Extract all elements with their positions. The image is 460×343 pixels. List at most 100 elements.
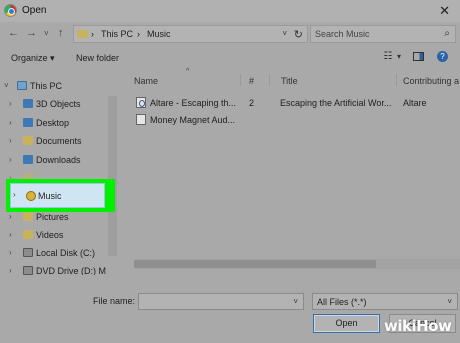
file-row[interactable]: Altare - Escaping th... 2 Escaping the A… [134,94,460,111]
expand-chevron-icon[interactable]: › [9,230,12,239]
scrollbar-thumb[interactable] [134,260,376,268]
new-folder-button[interactable]: New folder [76,53,119,63]
refresh-icon[interactable]: ↻ [294,28,303,41]
column-header-title[interactable]: Title [281,76,298,86]
forward-arrow-icon[interactable]: → [26,27,37,39]
nav-item-label: Documents [36,136,82,146]
file-list-pane: Name ^ # Title Contributing a Altare - E… [124,68,460,275]
chevron-down-icon[interactable]: ˅ [282,29,287,38]
wikihow-watermark: wikiHow [384,317,452,335]
nav-item-label: This PC [30,81,63,91]
back-arrow-icon[interactable]: ← [8,27,19,39]
nav-item-dvd-drive[interactable]: › DVD Drive (D:) M [0,263,110,275]
file-row[interactable]: Money Magnet Aud... [134,111,460,128]
nav-item-label: Desktop [36,118,70,128]
chevron-down-icon[interactable]: ˅ [447,297,452,306]
pictures-icon [23,212,33,221]
horizontal-scrollbar[interactable] [134,259,460,269]
music-highlight-box: › Music [6,179,115,212]
search-input[interactable]: Search Music ⌕ [310,25,456,43]
organize-button[interactable]: Organize ▾ [11,53,55,64]
desktop-icon [23,118,33,127]
view-controls: ☷ ▾ ? [373,51,448,62]
file-type-select[interactable]: All Files (*.*) ˅ [312,293,458,310]
address-row: ← → ˅ ↑ › This PC › Music ˅ ↻ Search Mus… [0,22,460,46]
file-title: Escaping the Artificial Wor... [280,98,392,108]
up-arrow-icon[interactable]: ↑ [58,27,64,39]
media-file-icon [136,97,146,108]
nav-item-local-disk[interactable]: › Local Disk (C:) [0,245,110,261]
file-name: Altare - Escaping th... [150,98,237,108]
videos-icon [23,230,33,239]
column-header-name[interactable]: Name [134,76,158,86]
nav-item-downloads[interactable]: › Downloads [0,152,110,168]
chevron-down-icon[interactable]: ˅ [293,297,298,306]
title-bar: Open ✕ [0,0,460,22]
open-file-dialog: Open ✕ ← → ˅ ↑ › This PC › Music ˅ ↻ Sea… [0,0,460,343]
expand-chevron-icon[interactable]: › [9,212,12,221]
expand-chevron-icon[interactable]: ˅ [4,81,9,90]
nav-item-desktop[interactable]: › Desktop [0,115,110,131]
close-icon[interactable]: ✕ [439,3,450,19]
search-placeholder: Search Music [315,29,370,39]
nav-item-label: Pictures [36,212,69,222]
watermark-wiki: wiki [384,317,417,335]
file-name-label: File name: [93,296,136,306]
nav-item-label: Local Disk (C:) [36,248,96,258]
column-divider[interactable] [240,74,241,86]
file-name-input[interactable]: ˅ [138,293,304,310]
breadcrumb-this-pc[interactable]: This PC [101,29,133,39]
nav-item-label: Music [38,191,62,201]
breadcrumb-separator: › [91,29,94,39]
column-divider[interactable] [269,74,270,86]
expand-chevron-icon[interactable]: › [9,136,12,145]
dvd-drive-icon [23,266,33,275]
watermark-how: How [416,317,452,335]
chrome-icon [4,4,17,17]
nav-item-label: Videos [36,230,64,240]
documents-icon [23,136,33,145]
nav-item-label: DVD Drive (D:) M [36,266,106,275]
breadcrumb-music[interactable]: Music [147,29,171,39]
help-icon[interactable]: ? [437,51,448,62]
nav-item-documents[interactable]: › Documents [0,133,110,149]
expand-chevron-icon[interactable]: › [9,99,12,108]
music-icon [26,191,36,201]
view-options-caret-icon[interactable]: ▾ [397,52,401,61]
expand-chevron-icon[interactable]: › [13,190,16,199]
breadcrumb-separator: › [137,29,140,39]
column-divider[interactable] [396,74,397,86]
drive-icon [23,248,33,257]
open-button[interactable]: Open [313,314,380,333]
command-toolbar: Organize ▾ New folder ☷ ▾ ? [0,46,460,70]
expand-chevron-icon[interactable]: › [9,155,12,164]
cube-icon [23,99,33,108]
downloads-icon [23,155,33,164]
nav-item-label: Downloads [36,155,81,165]
file-name: Money Magnet Aud... [150,115,236,125]
preview-pane-icon[interactable] [413,52,425,62]
folder-icon [77,30,88,38]
column-header-number[interactable]: # [249,76,254,86]
view-options-icon[interactable]: ☷ [383,51,392,62]
sort-ascending-icon: ^ [186,68,190,75]
navigation-pane: ˅ This PC › 3D Objects › Desktop › Docum… [0,70,118,275]
column-header-contributing-artists[interactable]: Contributing a [403,76,459,86]
recent-locations-chevron-icon[interactable]: ˅ [44,29,49,38]
expand-chevron-icon[interactable]: › [9,266,12,275]
nav-item-3d-objects[interactable]: › 3D Objects [0,96,110,112]
nav-item-videos[interactable]: › Videos [0,227,110,243]
file-track-number: 2 [249,98,255,108]
search-icon: ⌕ [444,28,450,39]
computer-icon [17,81,27,90]
expand-chevron-icon[interactable]: › [9,248,12,257]
address-bar[interactable]: › This PC › Music ˅ ↻ [73,25,308,43]
expand-chevron-icon[interactable]: › [9,118,12,127]
file-type-value: All Files (*.*) [317,297,367,307]
document-file-icon [136,114,146,125]
nav-item-label: 3D Objects [36,99,81,109]
nav-item-music[interactable]: › Music [10,183,105,208]
file-artist: Altare [403,98,427,108]
window-title: Open [22,5,47,16]
nav-item-this-pc[interactable]: ˅ This PC [0,78,110,94]
